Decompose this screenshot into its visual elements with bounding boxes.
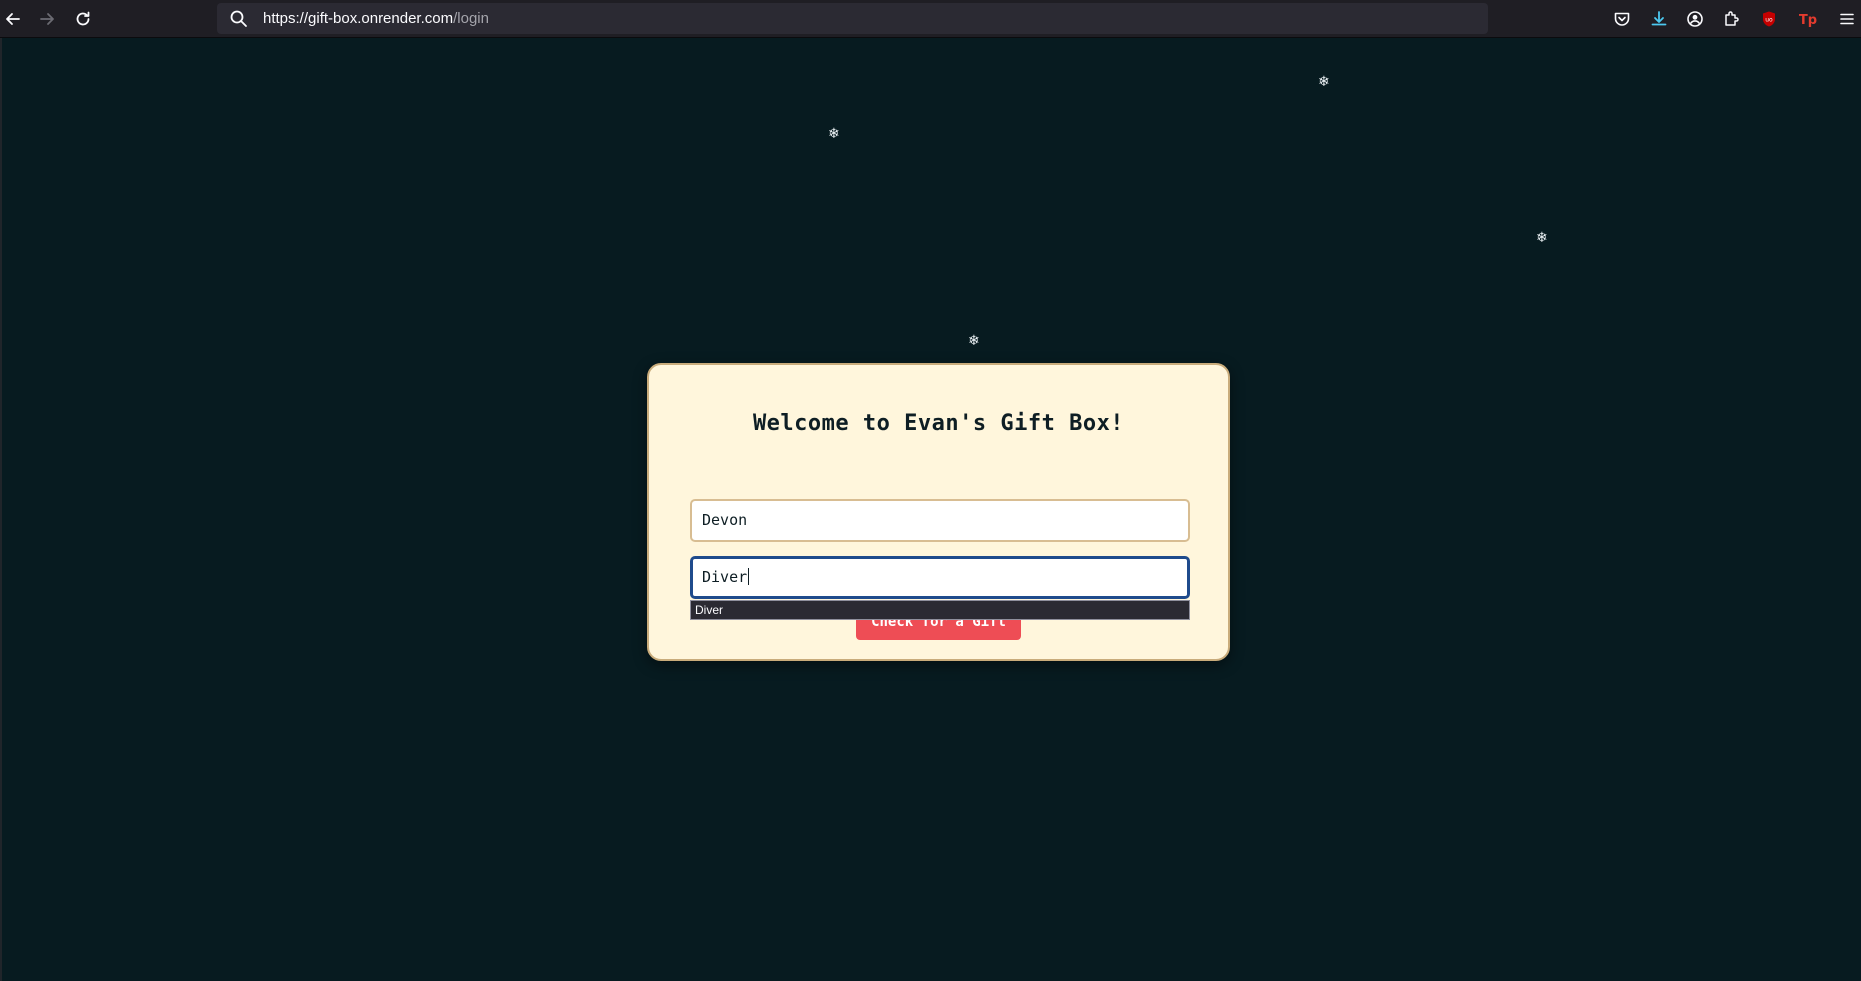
second-input-value: Diver xyxy=(702,568,750,586)
tp-extension-button[interactable]: Tp xyxy=(1796,7,1820,31)
menu-icon xyxy=(1840,13,1854,25)
page-title: Welcome to Evan's Gift Box! xyxy=(752,411,1125,436)
account-icon xyxy=(1687,11,1703,27)
app-menu-button[interactable] xyxy=(1835,7,1859,31)
browser-toolbar: https://gift-box.onrender.com/login uo T… xyxy=(0,0,1861,38)
text-caret xyxy=(748,568,750,585)
snowflake-icon: ❄ xyxy=(1536,230,1548,246)
tp-extension-icon: Tp xyxy=(1799,13,1817,28)
reload-icon xyxy=(76,11,90,26)
search-icon xyxy=(230,10,247,27)
account-button[interactable] xyxy=(1683,7,1707,31)
ublock-icon: uo xyxy=(1763,11,1775,27)
extensions-icon xyxy=(1725,11,1739,26)
back-button[interactable] xyxy=(0,6,26,32)
second-input-text: Diver xyxy=(702,568,748,586)
address-bar[interactable]: https://gift-box.onrender.com/login xyxy=(217,3,1488,34)
page-viewport: ❄ ❄ ❄ ❄ Welcome to Evan's Gift Box! Devo… xyxy=(0,38,1861,981)
snowflake-icon: ❄ xyxy=(1318,74,1330,90)
forward-icon xyxy=(40,13,54,25)
downloads-icon xyxy=(1651,11,1667,26)
second-input[interactable]: Diver xyxy=(690,556,1190,599)
svg-text:Tp: Tp xyxy=(1799,13,1817,28)
url-text: https://gift-box.onrender.com/login xyxy=(263,10,489,27)
autocomplete-option[interactable]: Diver xyxy=(695,603,723,617)
name-input[interactable]: Devon xyxy=(690,499,1190,542)
name-input-value: Devon xyxy=(702,511,748,529)
login-card: Welcome to Evan's Gift Box! Devon Diver … xyxy=(647,363,1230,661)
svg-text:uo: uo xyxy=(1765,17,1773,24)
snowflake-icon: ❄ xyxy=(968,333,980,349)
downloads-button[interactable] xyxy=(1647,7,1671,31)
extensions-button[interactable] xyxy=(1719,7,1743,31)
autocomplete-dropdown: Diver xyxy=(690,600,1190,620)
reload-button[interactable] xyxy=(70,6,96,32)
pocket-icon xyxy=(1614,12,1630,26)
ublock-button[interactable]: uo xyxy=(1757,7,1781,31)
forward-button[interactable] xyxy=(34,6,60,32)
url-host: https://gift-box.onrender.com xyxy=(263,10,454,27)
url-path: /login xyxy=(453,10,489,27)
pocket-button[interactable] xyxy=(1610,7,1634,31)
snowflake-icon: ❄ xyxy=(828,126,840,142)
back-icon xyxy=(6,13,20,25)
